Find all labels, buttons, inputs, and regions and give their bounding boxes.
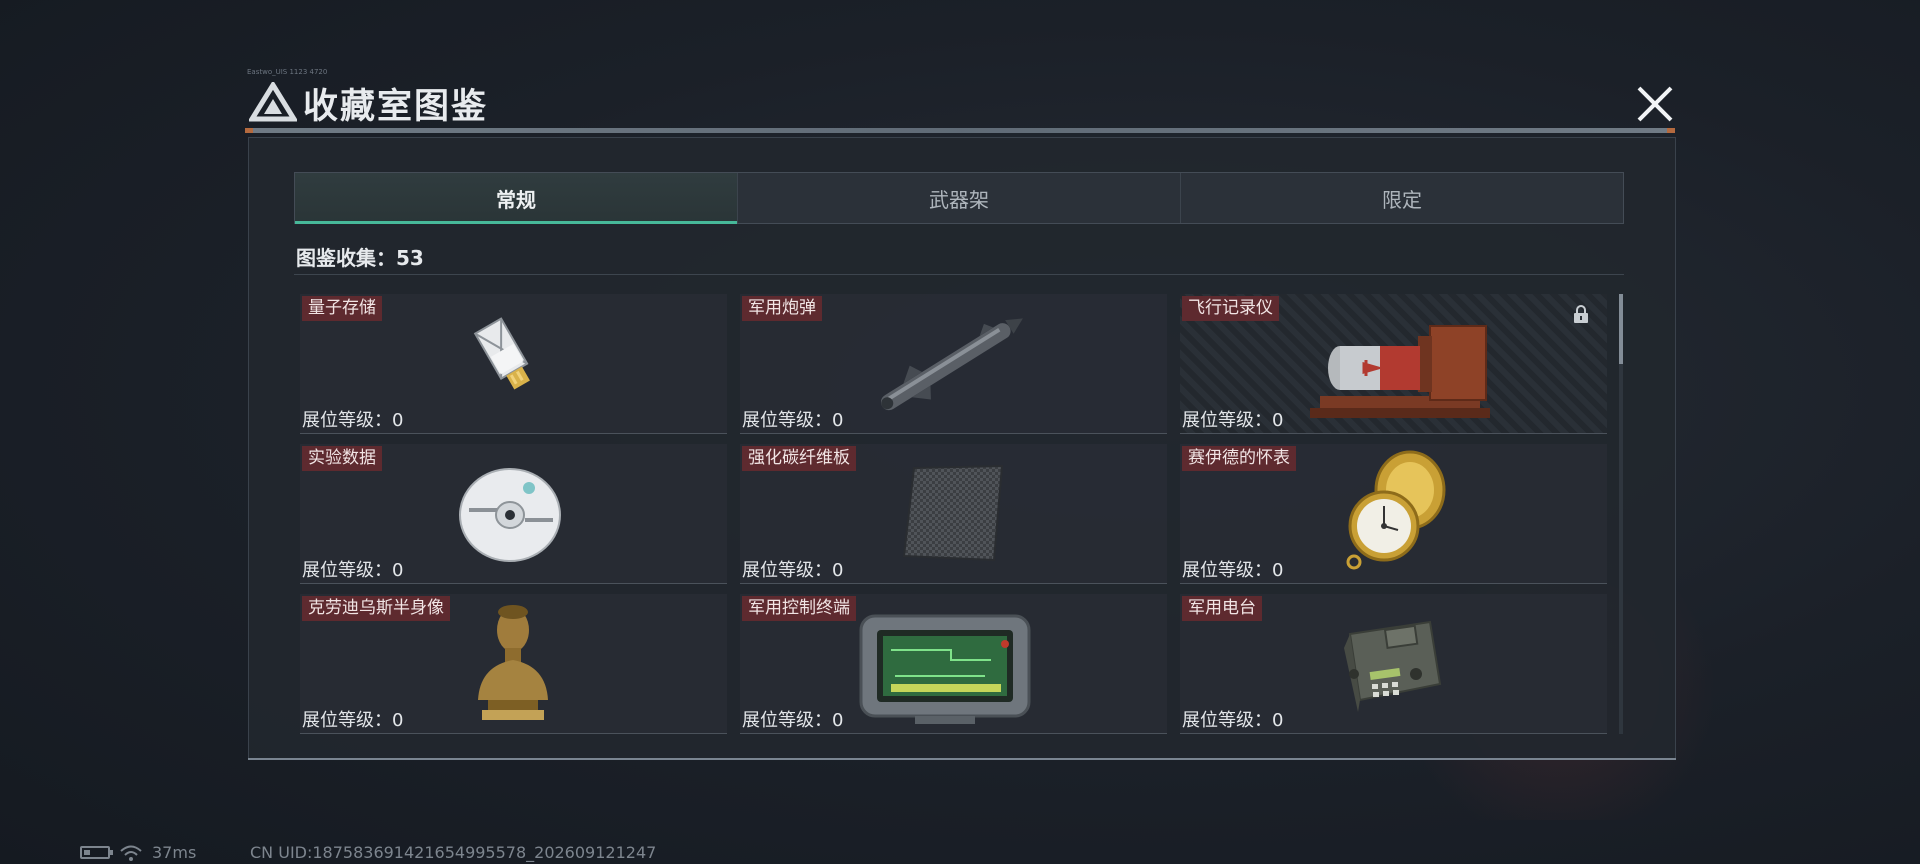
card-baseline — [740, 433, 1167, 434]
window-title: 收藏室图鉴 — [303, 87, 489, 127]
title-divider-accent-left — [245, 128, 253, 133]
item-card-carbon-plate[interactable]: 强化碳纤维板 展位等级：0 — [740, 444, 1167, 584]
item-level: 展位等级：0 — [302, 710, 404, 731]
flight-recorder-icon — [1310, 325, 1490, 418]
item-name: 克劳迪乌斯半身像 — [302, 596, 450, 621]
item-card-control-terminal[interactable]: 军用控制终端 展位等级：0 — [740, 594, 1167, 734]
missile-icon — [880, 318, 1023, 411]
tab-regular[interactable]: 常规 — [295, 173, 738, 224]
item-level: 展位等级：0 — [1182, 560, 1284, 581]
card-baseline — [1180, 583, 1607, 584]
item-card-experiment-data[interactable]: 实验数据 展位等级：0 — [300, 444, 727, 584]
item-name: 强化碳纤维板 — [742, 446, 856, 471]
item-card-claudius-bust[interactable]: 克劳迪乌斯半身像 展位等级：0 — [300, 594, 727, 734]
window-titlebar: Eastwo_UIS 1123 4720 收藏室图鉴 — [245, 68, 1677, 133]
disc-icon — [459, 468, 561, 562]
item-card-military-shell[interactable]: 军用炮弹 展位等级：0 — [740, 294, 1167, 434]
tab-weapon-rack[interactable]: 武器架 — [738, 173, 1181, 223]
item-level: 展位等级：0 — [742, 560, 844, 581]
ping-value: 37ms — [152, 843, 197, 862]
card-baseline — [1180, 733, 1607, 734]
wifi-icon — [120, 845, 142, 861]
item-level: 展位等级：0 — [742, 710, 844, 731]
item-card-flight-recorder[interactable]: 飞行记录仪 展位等级：0 — [1180, 294, 1607, 434]
item-card-military-radio[interactable]: 军用电台 展位等级：0 — [1180, 594, 1607, 734]
item-grid: 量子存储 展位等级：0 军用炮弹 展位等级：0 飞行记录仪 展位等级：0 实验数… — [300, 294, 1608, 734]
bust-icon — [478, 605, 548, 720]
card-baseline — [300, 583, 727, 584]
usb-drive-icon — [473, 317, 530, 390]
category-tabs: 常规 武器架 限定 — [294, 172, 1624, 224]
title-divider — [245, 128, 1675, 133]
item-name: 军用控制终端 — [742, 596, 856, 621]
battery-icon — [80, 846, 113, 859]
lock-icon — [1574, 305, 1588, 323]
user-uid: CN UID:187583691421654995578_20260912124… — [250, 843, 657, 862]
grid-scrollbar[interactable] — [1619, 294, 1623, 734]
radio-icon — [1344, 620, 1442, 712]
item-level: 展位等级：0 — [302, 560, 404, 581]
item-card-pocket-watch[interactable]: 赛伊德的怀表 展位等级：0 — [1180, 444, 1607, 584]
item-name: 实验数据 — [302, 446, 382, 471]
item-name: 军用炮弹 — [742, 296, 822, 321]
item-name: 赛伊德的怀表 — [1182, 446, 1296, 471]
status-bar: 37ms — [80, 843, 196, 862]
collection-divider — [294, 274, 1624, 275]
card-baseline — [300, 733, 727, 734]
close-icon[interactable] — [1633, 82, 1677, 126]
item-level: 展位等级：0 — [1182, 710, 1284, 731]
window-code-label: Eastwo_UIS 1123 4720 — [247, 68, 328, 76]
carbon-plate-icon — [902, 464, 1004, 562]
collection-count: 图鉴收集：53 — [296, 246, 424, 270]
title-divider-accent-right — [1667, 128, 1675, 133]
item-name: 量子存储 — [302, 296, 382, 321]
scrollbar-thumb[interactable] — [1619, 294, 1623, 364]
item-name: 飞行记录仪 — [1182, 296, 1279, 321]
tab-limited[interactable]: 限定 — [1181, 173, 1623, 223]
item-card-quantum-storage[interactable]: 量子存储 展位等级：0 — [300, 294, 727, 434]
card-baseline — [1180, 433, 1607, 434]
card-baseline — [740, 733, 1167, 734]
control-terminal-icon — [859, 614, 1031, 724]
panel-bottom-border — [248, 758, 1676, 760]
item-name: 军用电台 — [1182, 596, 1262, 621]
card-baseline — [740, 583, 1167, 584]
item-level: 展位等级：0 — [742, 410, 844, 431]
pocket-watch-icon — [1346, 450, 1446, 570]
delta-logo-icon — [249, 82, 297, 122]
card-baseline — [300, 433, 727, 434]
item-level: 展位等级：0 — [1182, 410, 1284, 431]
item-level: 展位等级：0 — [302, 410, 404, 431]
